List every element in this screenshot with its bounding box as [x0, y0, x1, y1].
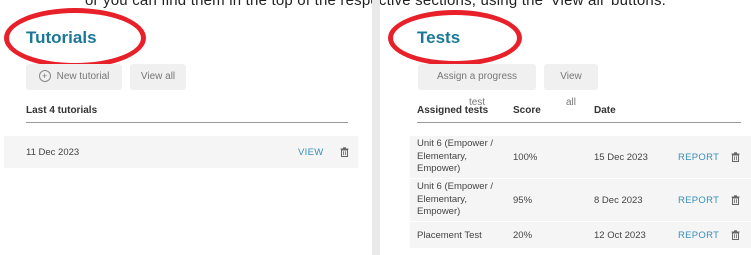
test-name: Unit 6 (Empower / Elementary, Empower)	[417, 138, 494, 174]
tutorials-highlight-circle	[4, 8, 146, 68]
tutorial-row: 11 Dec 2023 VIEW	[4, 136, 358, 168]
tests-view-all-button[interactable]: View all	[544, 64, 598, 108]
test-date: 15 Dec 2023	[594, 152, 648, 163]
test-score: 20%	[513, 230, 533, 241]
score-header: Score	[513, 105, 541, 116]
plus-icon: +	[38, 70, 51, 83]
date-header: Date	[594, 105, 616, 116]
test-row: Unit 6 (Empower / Elementary, Empower) 9…	[410, 179, 751, 221]
test-row: Placement Test 20% 12 Oct 2023 REPORT	[410, 222, 751, 248]
assign-progress-test-button[interactable]: Assign a progress test	[418, 64, 536, 108]
last-tutorials-heading: Last 4 tutorials	[26, 105, 98, 116]
test-report-link[interactable]: REPORT	[678, 230, 719, 241]
panel-divider	[372, 0, 380, 255]
trash-icon[interactable]	[731, 195, 740, 205]
test-score: 100%	[513, 152, 538, 163]
tests-panel: Tests Assign a progress test View all As…	[380, 0, 751, 255]
new-tutorial-button[interactable]: + New tutorial	[26, 64, 122, 90]
tutorials-header-rule	[26, 122, 348, 123]
trash-icon[interactable]	[340, 147, 349, 157]
assigned-tests-header: Assigned tests	[417, 105, 489, 116]
test-row: Unit 6 (Empower / Elementary, Empower) 1…	[410, 136, 751, 178]
tests-highlight-circle	[388, 10, 522, 66]
test-report-link[interactable]: REPORT	[678, 195, 719, 206]
tests-header-rule	[417, 122, 741, 123]
test-report-link[interactable]: REPORT	[678, 152, 719, 163]
test-date: 8 Dec 2023	[594, 195, 643, 206]
test-score: 95%	[513, 195, 533, 206]
tutorial-view-link[interactable]: VIEW	[298, 147, 323, 158]
test-name: Placement Test	[417, 230, 482, 241]
tutorials-panel: Tutorials + New tutorial View all Last 4 …	[0, 0, 372, 255]
tutorial-date: 11 Dec 2023	[26, 147, 80, 158]
new-tutorial-label: New tutorial	[56, 71, 110, 82]
trash-icon[interactable]	[731, 230, 740, 240]
test-date: 12 Oct 2023	[594, 230, 646, 241]
test-name: Unit 6 (Empower / Elementary, Empower)	[417, 181, 494, 217]
tutorials-view-all-button[interactable]: View all	[130, 64, 186, 90]
trash-icon[interactable]	[731, 152, 740, 162]
